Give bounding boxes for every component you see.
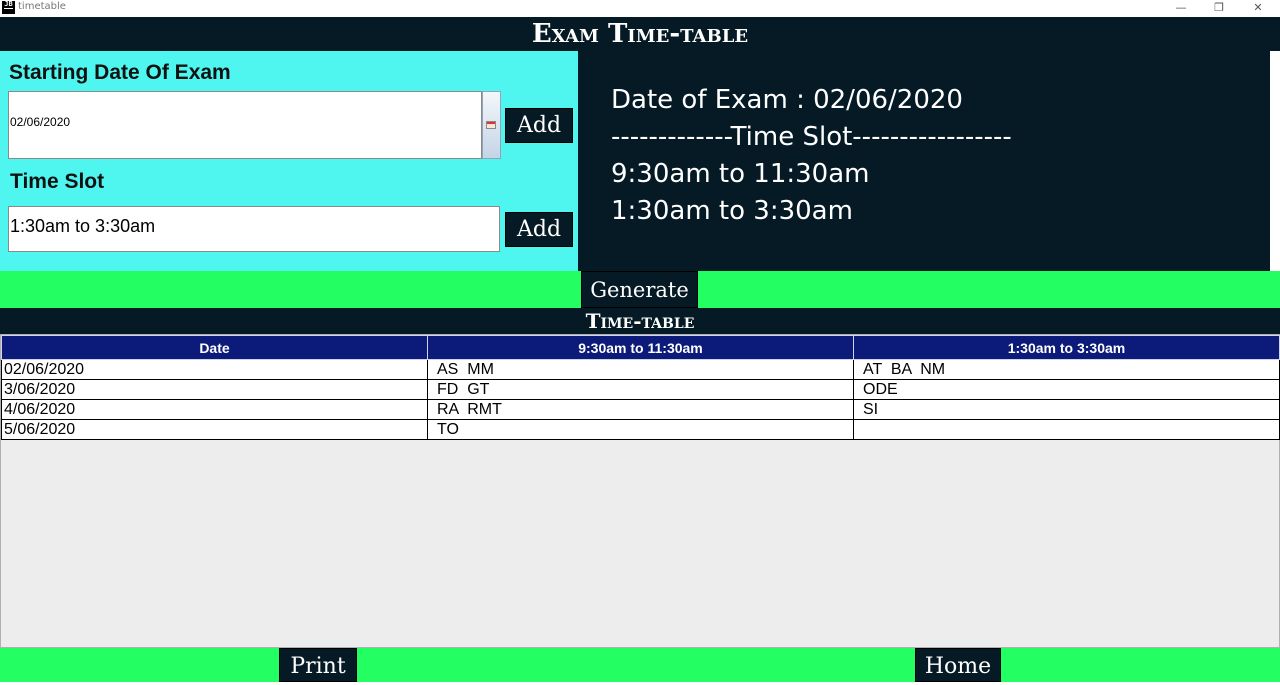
- generate-button[interactable]: Generate: [581, 271, 698, 308]
- table-row[interactable]: 5/06/2020 TO: [1, 419, 1280, 440]
- time-slot-label: Time Slot: [10, 170, 105, 193]
- table-cell[interactable]: FD GT: [427, 379, 854, 400]
- print-button[interactable]: Print: [279, 648, 357, 682]
- table-cell[interactable]: AT BA NM: [853, 359, 1280, 380]
- time-slot-value: 1:30am to 3:30am: [10, 216, 156, 236]
- table-cell[interactable]: [853, 419, 1280, 440]
- table-row[interactable]: 3/06/2020 FD GT ODE: [1, 379, 1280, 400]
- table-cell[interactable]: 3/06/2020: [1, 379, 428, 400]
- table-cell[interactable]: ODE: [853, 379, 1280, 400]
- table-cell[interactable]: 5/06/2020: [1, 419, 428, 440]
- add-date-button[interactable]: Add: [505, 108, 573, 143]
- start-date-field[interactable]: [8, 91, 482, 159]
- close-icon[interactable]: ✕: [1240, 0, 1276, 17]
- table-row[interactable]: 02/06/2020 AS MM AT BA NM: [1, 359, 1280, 380]
- footer-bar: [0, 648, 1280, 682]
- home-button[interactable]: Home: [915, 648, 1001, 682]
- table-cell[interactable]: AS MM: [427, 359, 854, 380]
- table-cell[interactable]: 02/06/2020: [1, 359, 428, 380]
- start-date-value: 02/06/2020: [10, 115, 71, 129]
- window-title: timetable: [18, 1, 66, 12]
- minimize-icon[interactable]: —: [1163, 0, 1199, 17]
- summary-slot-line: 9:30am to 11:30am: [611, 159, 870, 189]
- summary-date-line: Date of Exam : 02/06/2020: [611, 85, 963, 115]
- table-header-row: Date 9:30am to 11:30am 1:30am to 3:30am: [1, 335, 1280, 360]
- table-cell[interactable]: 4/06/2020: [1, 399, 428, 420]
- summary-gutter: [1270, 51, 1280, 271]
- table-cell[interactable]: RA RMT: [427, 399, 854, 420]
- maximize-icon[interactable]: ❐: [1201, 0, 1237, 17]
- table-cell[interactable]: TO: [427, 419, 854, 440]
- summary-divider-line: -------------Time Slot-----------------: [611, 122, 1012, 152]
- timetable-title: Time-table: [585, 309, 695, 333]
- column-header[interactable]: Date: [1, 335, 428, 360]
- table-row[interactable]: 4/06/2020 RA RMT SI: [1, 399, 1280, 420]
- calendar-icon: [486, 121, 496, 129]
- add-slot-button[interactable]: Add: [505, 212, 573, 247]
- summary-slot-line: 1:30am to 3:30am: [611, 196, 853, 226]
- window-titlebar: [0, 0, 1280, 17]
- column-header[interactable]: 1:30am to 3:30am: [853, 335, 1280, 360]
- start-date-label: Starting Date Of Exam: [9, 61, 231, 84]
- table-cell[interactable]: SI: [853, 399, 1280, 420]
- page-title: Exam Time-table: [531, 19, 749, 49]
- column-header[interactable]: 9:30am to 11:30am: [427, 335, 854, 360]
- timetable: Date 9:30am to 11:30am 1:30am to 3:30am …: [1, 335, 1280, 440]
- app-icon: JB: [2, 1, 15, 14]
